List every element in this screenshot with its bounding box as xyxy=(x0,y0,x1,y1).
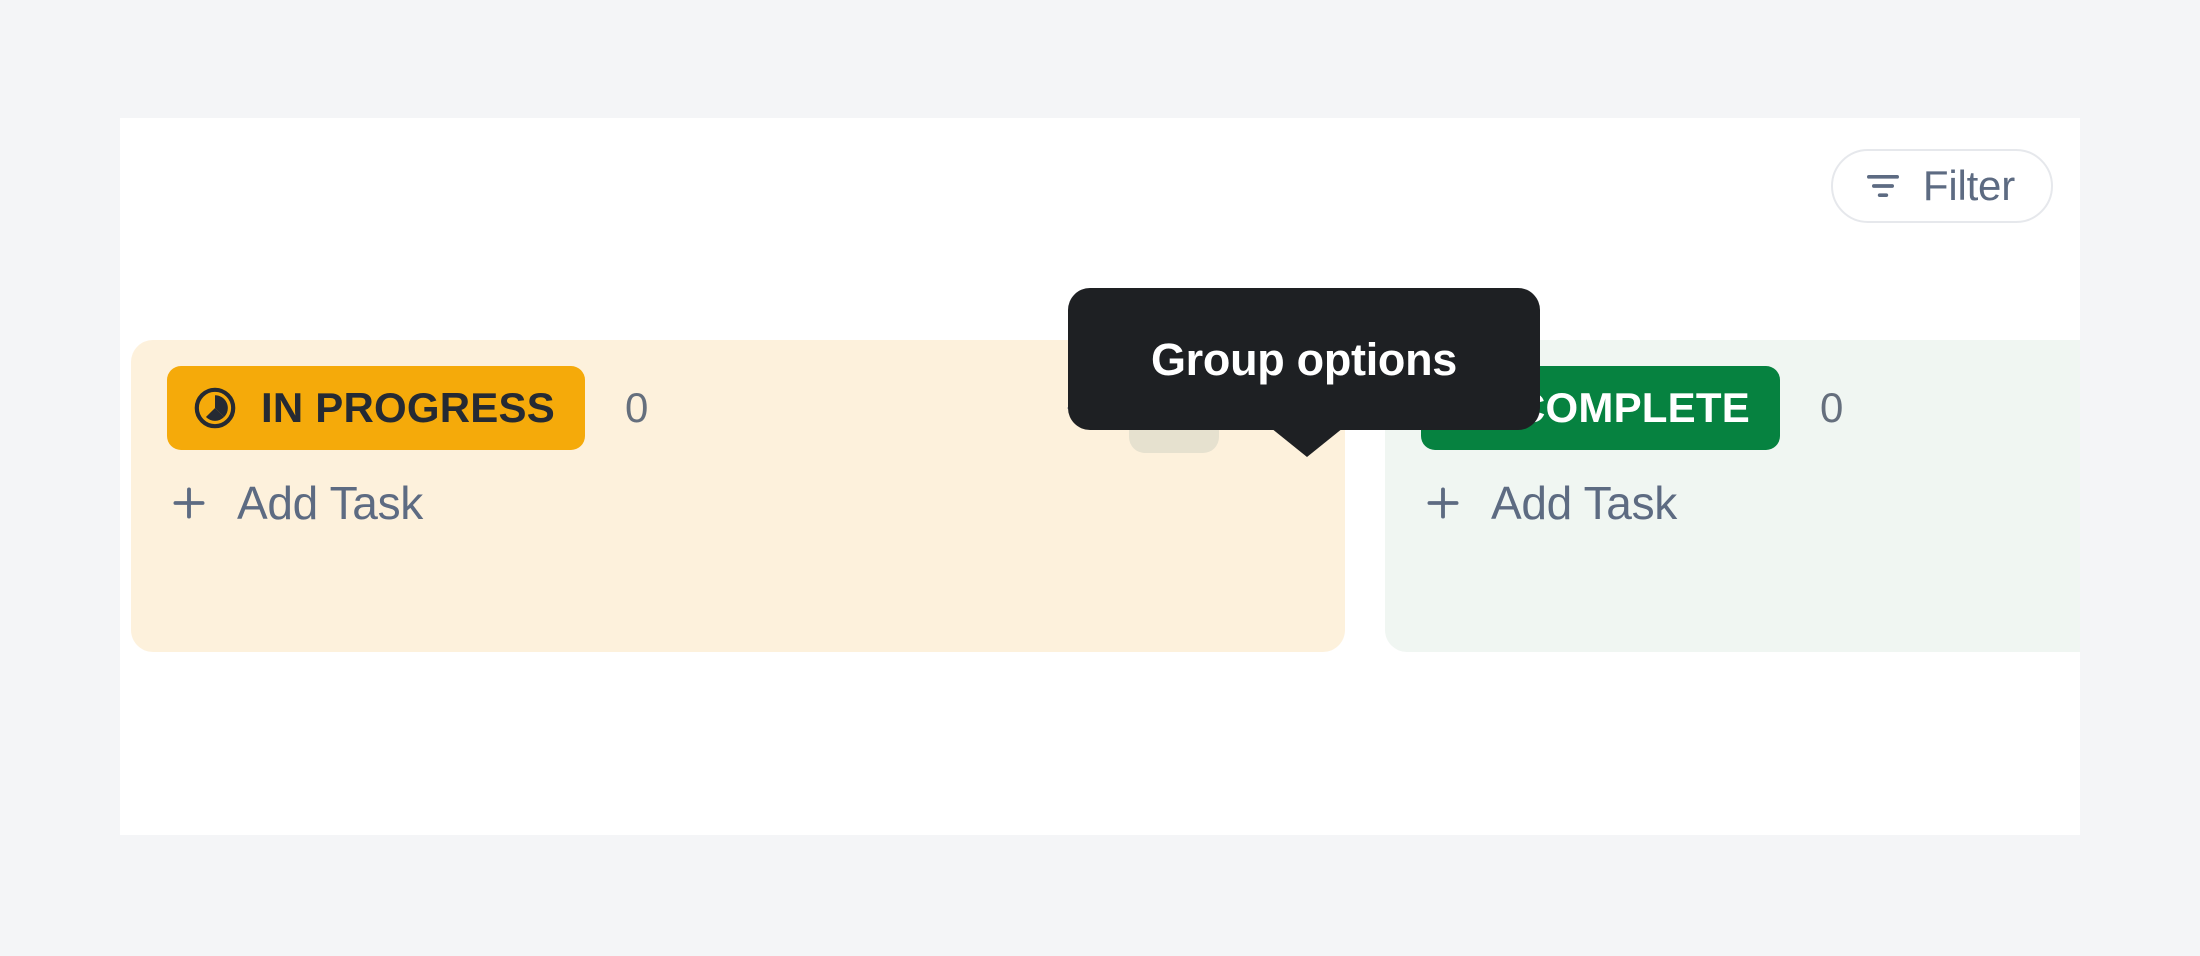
status-badge-label: IN PROGRESS xyxy=(261,384,555,431)
add-task-complete[interactable]: Add Task xyxy=(1421,480,1677,526)
filter-icon xyxy=(1863,166,1903,206)
plus-icon xyxy=(167,481,211,525)
tooltip-label: Group options xyxy=(1150,333,1458,385)
clock-progress-icon xyxy=(191,384,239,432)
plus-icon xyxy=(1421,481,1465,525)
add-task-label: Add Task xyxy=(1491,477,1677,529)
group-options-tooltip: Group options xyxy=(1068,288,1540,430)
status-badge-in-progress[interactable]: IN PROGRESS xyxy=(167,366,585,450)
board-panel: Filter IN PROGRESS 0 Add Task COMPLETE 0… xyxy=(120,118,2080,835)
filter-button-label: Filter xyxy=(1922,162,2015,209)
add-task-in-progress[interactable]: Add Task xyxy=(167,480,423,526)
tooltip-arrow xyxy=(1271,428,1343,457)
filter-button[interactable]: Filter xyxy=(1830,149,2053,223)
task-count-complete: 0 xyxy=(1819,384,1844,431)
status-badge-label: COMPLETE xyxy=(1515,384,1750,431)
task-count-in-progress: 0 xyxy=(624,384,649,431)
add-task-label: Add Task xyxy=(237,477,423,529)
